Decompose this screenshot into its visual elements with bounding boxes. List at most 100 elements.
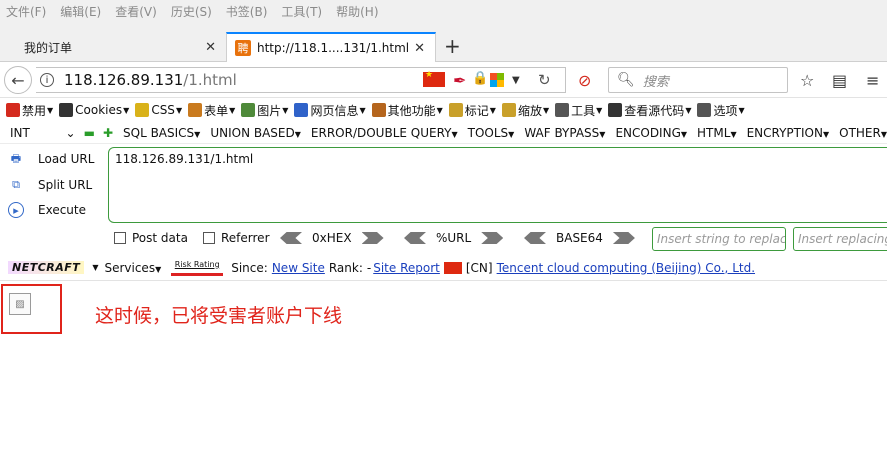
encode-arrow-icon[interactable] [361,232,384,244]
chevron-down-icon: ▼ [282,105,289,115]
reload-icon[interactable]: ↻ [538,71,551,89]
action-label: Execute [38,203,86,217]
checkbox-box[interactable] [203,232,215,244]
toolbar-menu-terminal[interactable]: 查看源代码 ▼ [608,102,691,119]
encode-arrow-icon[interactable] [481,232,504,244]
toolbar-menu-no-entry[interactable]: 禁用 ▼ [6,102,53,119]
checkbox-label: Referrer [221,231,270,245]
toolbar-menu-options[interactable]: 选项 ▼ [697,102,745,119]
services-menu[interactable]: Services▼ [104,261,161,275]
tab-strip: 我的订单 ✕ 聘 http://118.1....131/1.html ✕ + [0,22,887,62]
toolbar-menu-label: 表单 [204,103,229,118]
encode-arrow-icon[interactable] [612,232,635,244]
tab-label: http://118.1....131/1.html [257,41,410,55]
toolbar-menu-box[interactable]: 其他功能 ▼ [371,102,443,119]
chevron-down-icon: ▼ [680,129,688,139]
load-url-button[interactable]: 🖶︎ Load URL [8,151,95,167]
broken-image-icon: ▨ [9,293,31,315]
form-icon [188,103,203,117]
user-icon [59,103,74,117]
decode-arrow-icon[interactable] [404,232,426,244]
decode-arrow-icon[interactable] [280,232,302,244]
url-host: 118.126.89.131 [64,71,184,89]
checkbox-label: Post data [132,231,188,245]
services-label: Services [104,260,156,275]
toolbar-menu-pencil[interactable]: CSS ▼ [135,103,182,117]
hackbar-menu-item[interactable]: ENCRYPTION▼ [747,126,830,140]
toolbar-menu-image[interactable]: 图片 ▼ [241,102,288,119]
options-icon [697,103,712,117]
site-report-link[interactable]: Site Report [373,261,440,275]
play-icon: ▸ [8,202,24,218]
chevron-down-icon: ▼ [596,105,603,115]
hackbar-menu-item[interactable]: OTHER▼ [839,126,887,140]
menu-item[interactable]: 书签(B) [226,3,268,20]
hamburger-menu-icon[interactable]: ≡ [866,71,879,90]
toolbar-menu-label: CSS [151,103,175,117]
hackbar-menu-item[interactable]: HTML▼ [697,126,737,140]
china-flag-icon [423,70,445,87]
execute-button[interactable]: ▸ Execute [8,202,86,218]
decode-arrow-icon[interactable] [524,232,546,244]
hackbar-menu-item[interactable]: WAF BYPASS▼ [524,126,605,140]
hosting-org-link[interactable]: Tencent cloud computing (Beijing) Co., L… [497,261,755,275]
menu-item[interactable]: 文件(F) [6,3,46,20]
info-icon[interactable]: i [40,73,54,87]
chevron-down-icon[interactable]: ▼ [512,75,520,86]
hackbar-menu-item[interactable]: UNION BASED▼ [210,126,301,140]
chevron-down-icon[interactable]: ▼ [92,263,98,272]
block-icon[interactable]: ⊘ [578,71,591,90]
toolbar-menu-tools[interactable]: 工具 ▼ [555,102,602,119]
menu-item[interactable]: 工具(T) [281,3,322,20]
tab-current-page[interactable]: 聘 http://118.1....131/1.html ✕ [226,32,436,62]
bookmark-star-icon[interactable]: ☆ [800,71,814,90]
feather-icon[interactable]: ✒ [453,71,466,90]
toolbar-menu-marker[interactable]: 标记 ▼ [448,102,496,119]
chevron-down-icon: ▼ [685,105,692,115]
windows-icon [490,73,504,87]
menu-item[interactable]: 查看(V) [115,3,157,20]
hackbar-menu-item[interactable]: SQL BASICS▼ [123,126,200,140]
since-link[interactable]: New Site [272,261,325,275]
chevron-down-icon: ▼ [294,129,301,139]
chevron-down-icon: ▼ [359,105,366,115]
toolbar-menu-form[interactable]: 表单 ▼ [188,102,235,119]
hackbar-menu-item[interactable]: ERROR/DOUBLE QUERY▼ [311,126,458,140]
hackbar-type-select[interactable]: INT ⌄ [10,126,76,140]
toolbar-menu-ruler[interactable]: 缩放 ▼ [501,102,549,119]
decrease-icon[interactable]: ▬ [84,126,95,140]
search-input[interactable]: 🔍︎ 搜索 [608,67,788,93]
china-flag-icon [443,261,462,274]
menu-item[interactable]: 帮助(H) [336,3,378,20]
menu-item[interactable]: 历史(S) [171,3,212,20]
referrer-checkbox[interactable]: Referrer [203,231,270,245]
risk-rating-meter[interactable]: Risk Rating [171,260,224,276]
hackbar-menu-label: UNION BASED [210,125,295,140]
toolbar-menu-user[interactable]: Cookies ▼ [59,103,129,117]
info-icon [294,103,309,117]
new-tab-icon[interactable]: + [444,34,461,58]
split-url-button[interactable]: ⧉ Split URL [8,177,92,193]
hackbar-menu-item[interactable]: ENCODING▼ [615,126,687,140]
url-encoder: %URL [404,231,504,245]
netcraft-logo[interactable]: NETCRAFT [8,261,85,274]
post-data-checkbox[interactable]: Post data [114,231,188,245]
hackbar-url-textarea[interactable]: 118.126.89.131/1.html [108,147,887,223]
increase-icon[interactable]: ✚ [103,126,113,140]
close-icon[interactable]: ✕ [205,40,216,55]
toolbar-menu-label: 标记 [464,103,489,118]
hackbar-menu-item[interactable]: TOOLS▼ [468,126,515,140]
replace-string-input[interactable]: Insert string to replace [652,227,786,251]
replacing-string-input[interactable]: Insert replacing string [793,227,887,251]
menu-item[interactable]: 编辑(E) [60,3,101,20]
checkbox-box[interactable] [114,232,126,244]
chevron-down-icon: ▼ [47,105,54,115]
reading-list-icon[interactable]: ▤ [832,71,847,90]
toolbar-menu-label: 网页信息 [310,103,359,118]
hackbar-menu-label: SQL BASICS [123,125,195,140]
tab-my-orders[interactable]: 我的订单 ✕ [0,32,226,62]
toolbar-menu-info[interactable]: 网页信息 ▼ [294,102,366,119]
close-icon[interactable]: ✕ [414,41,425,56]
chevron-down-icon: ▼ [436,105,443,115]
back-arrow-icon[interactable]: ← [4,66,32,94]
